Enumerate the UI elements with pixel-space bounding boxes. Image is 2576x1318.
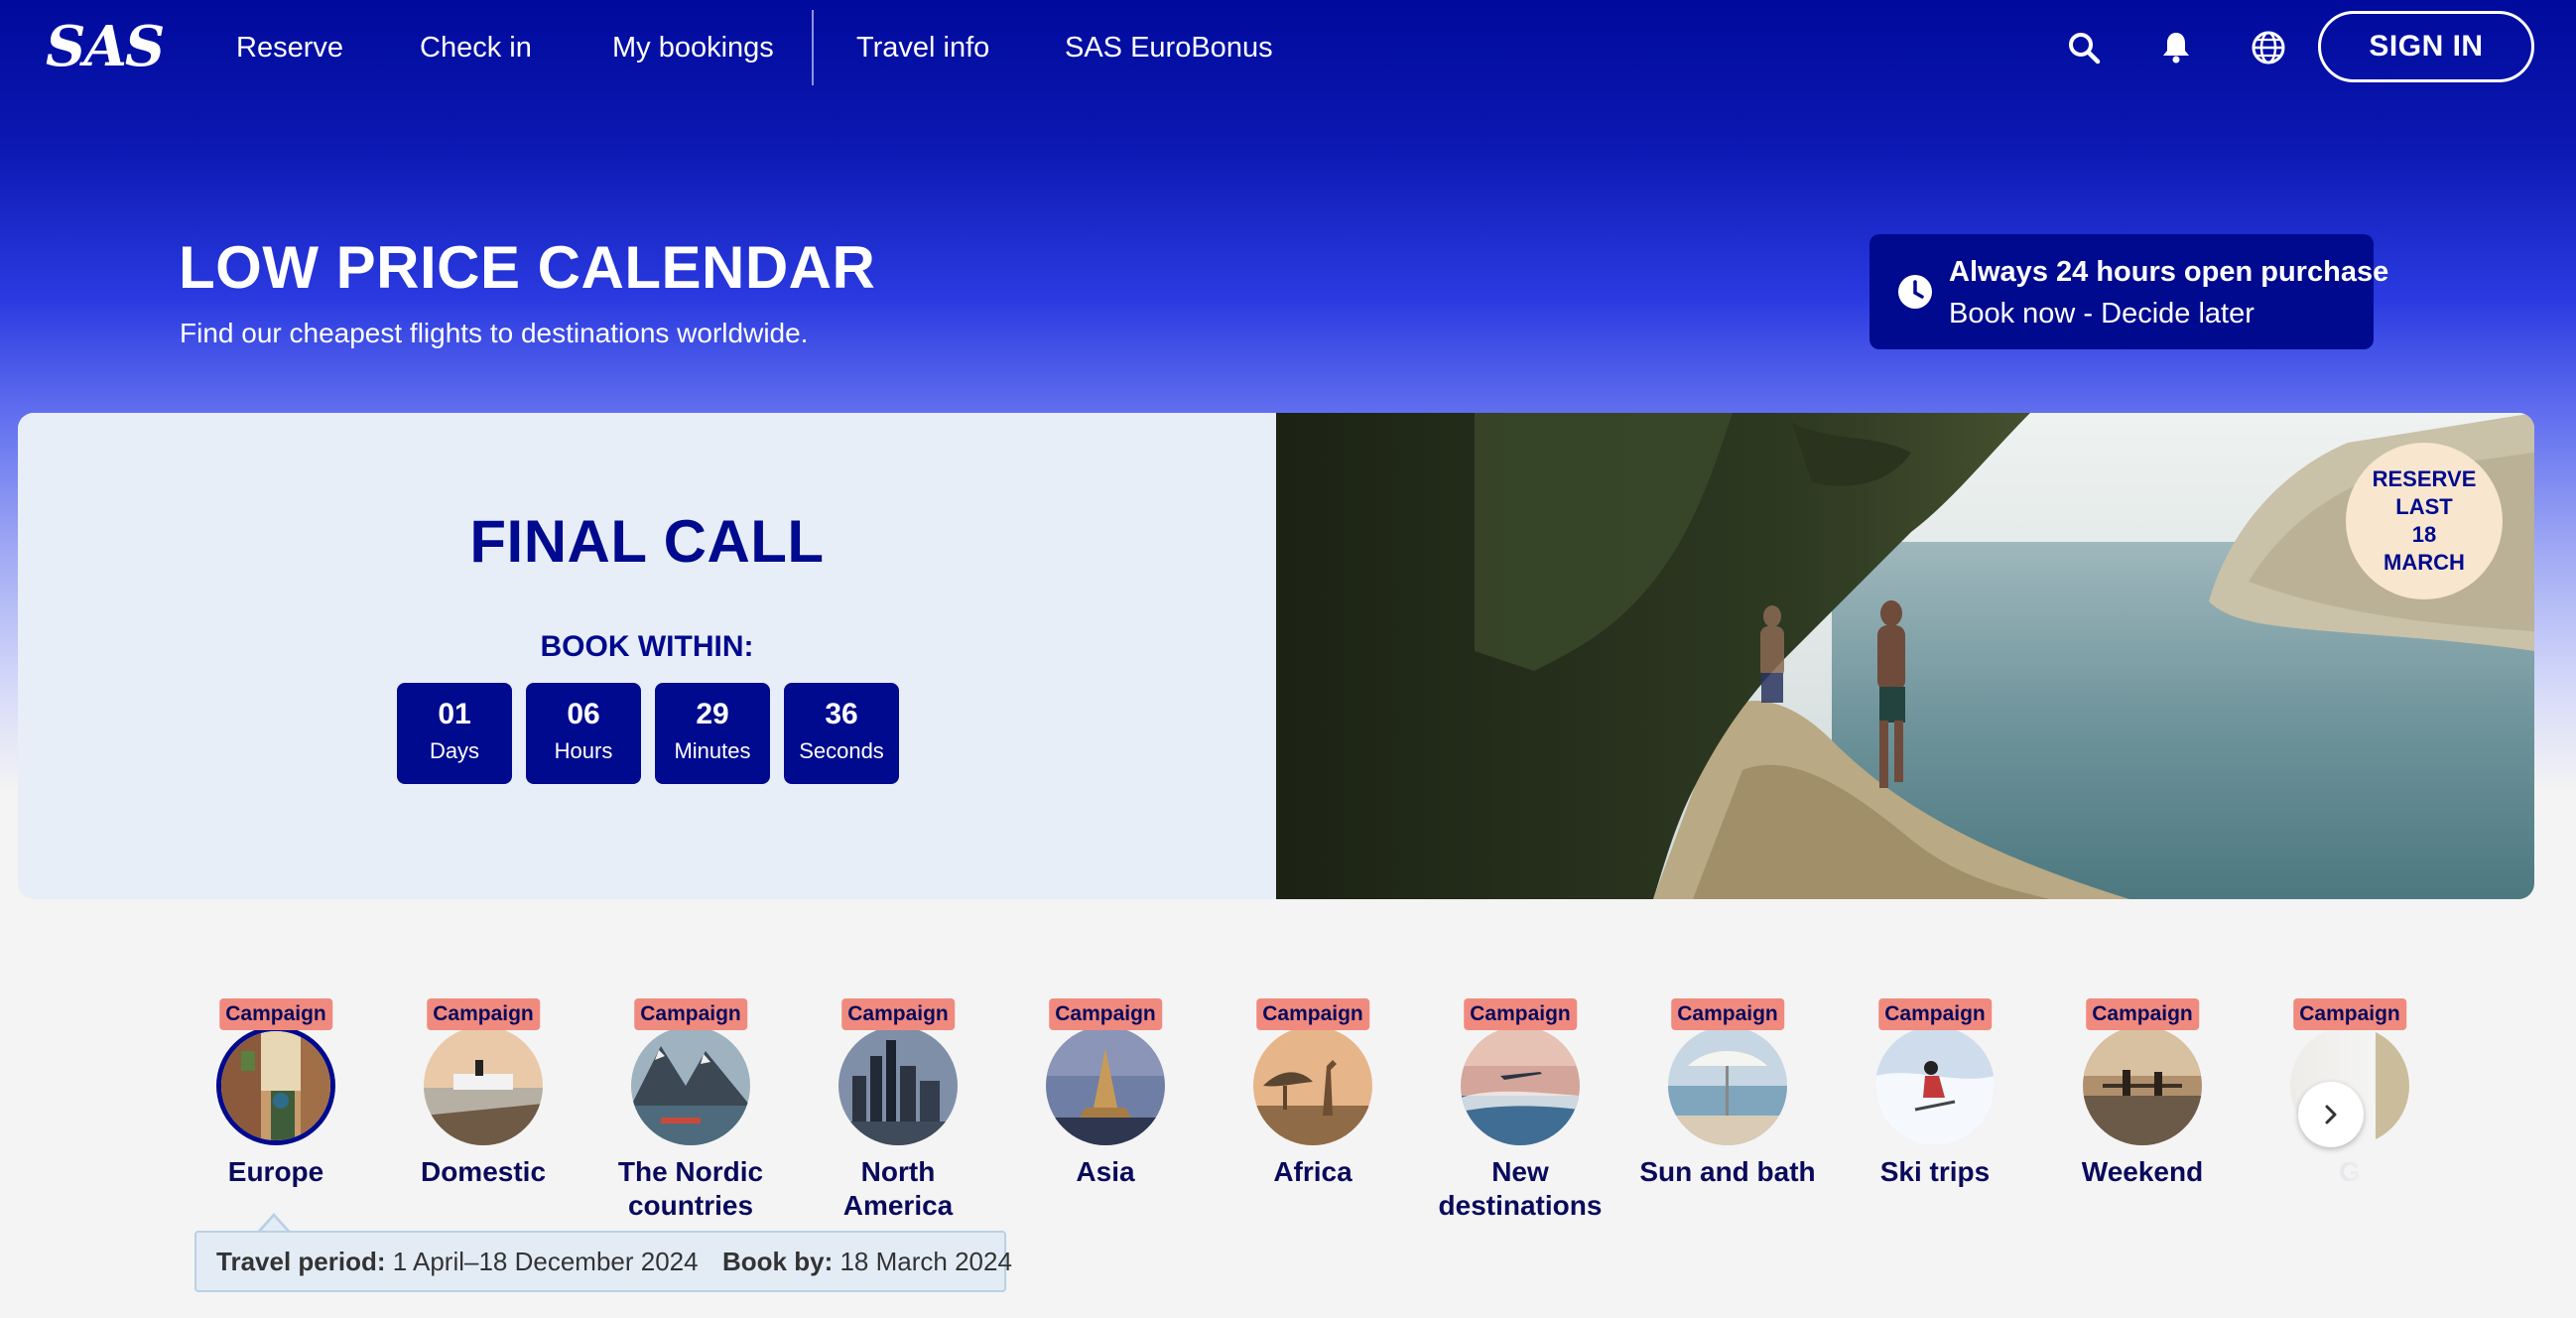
nav-divider [812,10,814,85]
search-icon[interactable] [2062,26,2106,69]
book-by-label: Book by: [722,1247,834,1276]
campaign-tag: Campaign [1049,998,1162,1030]
sign-in-button[interactable]: SIGN IN [2318,11,2534,82]
countdown-value: 29 [696,698,729,730]
category-label: Europe [227,1156,324,1187]
final-call-banner[interactable]: FINAL CALL BOOK WITHIN: 01 Days 06 Hours… [18,413,2534,899]
category-image [424,1026,543,1145]
travel-period-label: Travel period: [216,1247,386,1276]
open-purchase-promo[interactable]: Always 24 hours open purchase Book now -… [1869,234,2388,349]
carousel-next-button[interactable] [2298,1082,2364,1147]
badge-line: MARCH [2383,550,2465,575]
promo-title: Always 24 hours open purchase [1949,256,2389,288]
countdown-seconds: 36 Seconds [784,683,899,784]
campaign-tag: Campaign [2293,998,2406,1030]
travel-period: Travel period: 1 April–18 December 2024 [216,1233,699,1290]
countdown-value: 01 [438,698,471,730]
sas-logo[interactable]: SAS [46,14,165,79]
final-call-heading: FINAL CALL [469,508,825,575]
category-label: North America [842,1156,954,1221]
badge-line: LAST [2395,494,2453,519]
category-label: New destinations [1438,1156,1603,1221]
countdown-days: 01 Days [397,683,512,784]
campaign-tag: Campaign [219,998,332,1030]
page-title: LOW PRICE CALENDAR [179,234,876,301]
category-image [1046,1026,1165,1145]
category-label: Africa [1273,1156,1352,1187]
promo-subtitle: Book now - Decide later [1949,298,2254,330]
campaign-tag: Campaign [1878,998,1992,1030]
countdown-unit: Minutes [674,738,751,763]
nav-reserve[interactable]: Reserve [236,28,343,67]
category-label: Ski trips [1879,1156,1991,1187]
globe-icon[interactable] [2247,26,2290,69]
countdown-unit: Days [429,738,480,763]
top-nav: SAS Reserve Check in My bookings Travel … [0,0,2576,95]
nav-eurobonus[interactable]: SAS EuroBonus [1065,28,1273,67]
badge-line: RESERVE [2372,466,2477,491]
campaign-tag: Campaign [427,998,540,1030]
book-within-label: BOOK WITHIN: [540,630,754,663]
nav-check-in[interactable]: Check in [420,28,532,67]
countdown-value: 36 [825,698,858,730]
nav-my-bookings[interactable]: My bookings [612,28,774,67]
chevron-right-icon [2325,1105,2337,1124]
nav-travel-info[interactable]: Travel info [856,28,989,67]
clock-icon [1895,272,1935,312]
reserve-deadline-badge: RESERVE LAST 18 MARCH [2346,443,2503,599]
campaign-tag: Campaign [1256,998,1369,1030]
final-call-panel: FINAL CALL BOOK WITHIN: 01 Days 06 Hours… [18,413,1276,899]
campaign-tag: Campaign [634,998,747,1030]
page-subtitle: Find our cheapest flights to destination… [180,318,809,348]
travel-period-value: 1 April–18 December 2024 [392,1247,699,1276]
category-label: Sun and bath [1639,1156,1816,1187]
countdown-value: 06 [567,698,600,730]
category-label: Asia [1076,1156,1135,1187]
category-image [216,1026,335,1145]
category-image [1668,1026,1787,1145]
countdown-hours: 06 Hours [526,683,641,784]
countdown-unit: Seconds [799,738,884,763]
campaign-tag: Campaign [1464,998,1577,1030]
campaign-info-bar: Travel period: 1 April–18 December 2024 … [194,1231,1012,1292]
book-by: Book by: 18 March 2024 [722,1233,1012,1290]
category-image [1253,1026,1372,1145]
countdown-unit: Hours [554,738,613,763]
bell-icon[interactable] [2154,26,2198,69]
category-image [1461,1026,1580,1145]
category-label: Weekend [2081,1156,2204,1187]
countdown-minutes: 29 Minutes [655,683,770,784]
category-label: The Nordic countries [617,1156,764,1221]
category-label: Domestic [420,1156,547,1187]
category-image [631,1026,750,1145]
badge-line: 18 [2411,522,2437,547]
campaign-tag: Campaign [1671,998,1784,1030]
book-by-value: 18 March 2024 [839,1247,1012,1276]
campaign-tag: Campaign [2086,998,2199,1030]
campaign-tag: Campaign [841,998,955,1030]
category-image [838,1026,958,1145]
category-image [2083,1026,2202,1145]
coastal-cliff-photo [1276,413,2534,899]
category-image [1875,1026,1995,1145]
